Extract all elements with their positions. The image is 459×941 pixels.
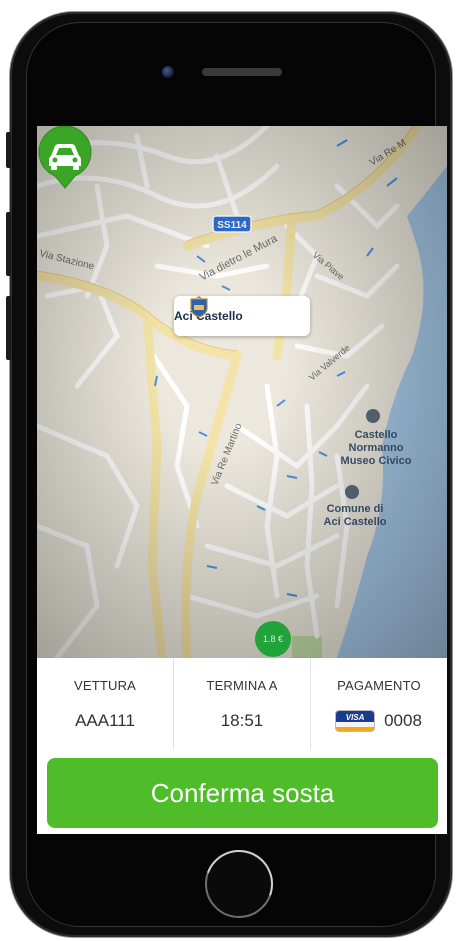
payment-value-row: VISA 0008: [336, 711, 422, 731]
car-pin[interactable]: [37, 126, 93, 190]
confirm-parking-button[interactable]: Conferma sosta: [47, 758, 438, 828]
visa-card-icon: VISA: [336, 711, 375, 731]
payment-label: PAGAMENTO: [337, 678, 421, 693]
volume-down-button: [6, 296, 11, 360]
poi-castello-line3: Museo Civico: [341, 455, 412, 467]
parking-summary: VETTURA AAA111 TERMINA A 18:51 PAGAMENTO…: [37, 658, 447, 750]
poi-comune-line1: Comune di: [327, 503, 384, 515]
map-label-ss114: SS114: [217, 220, 247, 231]
app-screen: SS114 Via dietro le Mura Via Stazione Vi…: [37, 126, 447, 834]
vehicle-column[interactable]: VETTURA AAA111: [37, 658, 173, 750]
map-canvas: SS114 Via dietro le Mura Via Stazione Vi…: [37, 126, 447, 658]
poi-castello-line1: Castello: [355, 429, 398, 441]
map-label-via-stazione: Via Stazione: [38, 248, 95, 272]
silent-switch: [6, 132, 11, 168]
end-time-value: 18:51: [220, 711, 264, 730]
poi-comune-line2: Aci Castello: [324, 516, 387, 528]
map-view[interactable]: SS114 Via dietro le Mura Via Stazione Vi…: [37, 126, 447, 658]
end-time-column[interactable]: TERMINA A 18:51: [173, 658, 310, 750]
home-button[interactable]: [205, 850, 273, 918]
earpiece-speaker: [202, 68, 282, 76]
front-camera: [162, 66, 174, 78]
poi-castello-line2: Normanno: [349, 442, 404, 454]
crest-icon: [190, 296, 208, 318]
end-time-label: TERMINA A: [206, 678, 278, 693]
vehicle-label: VETTURA: [73, 678, 137, 693]
vehicle-plate: AAA111: [75, 711, 135, 730]
payment-column[interactable]: PAGAMENTO VISA 0008: [310, 658, 447, 750]
price-marker[interactable]: 1.8 €: [255, 621, 291, 657]
card-last-digits: 0008: [384, 711, 422, 730]
location-callout[interactable]: Aci Castello: [174, 296, 310, 336]
volume-up-button: [6, 212, 11, 276]
